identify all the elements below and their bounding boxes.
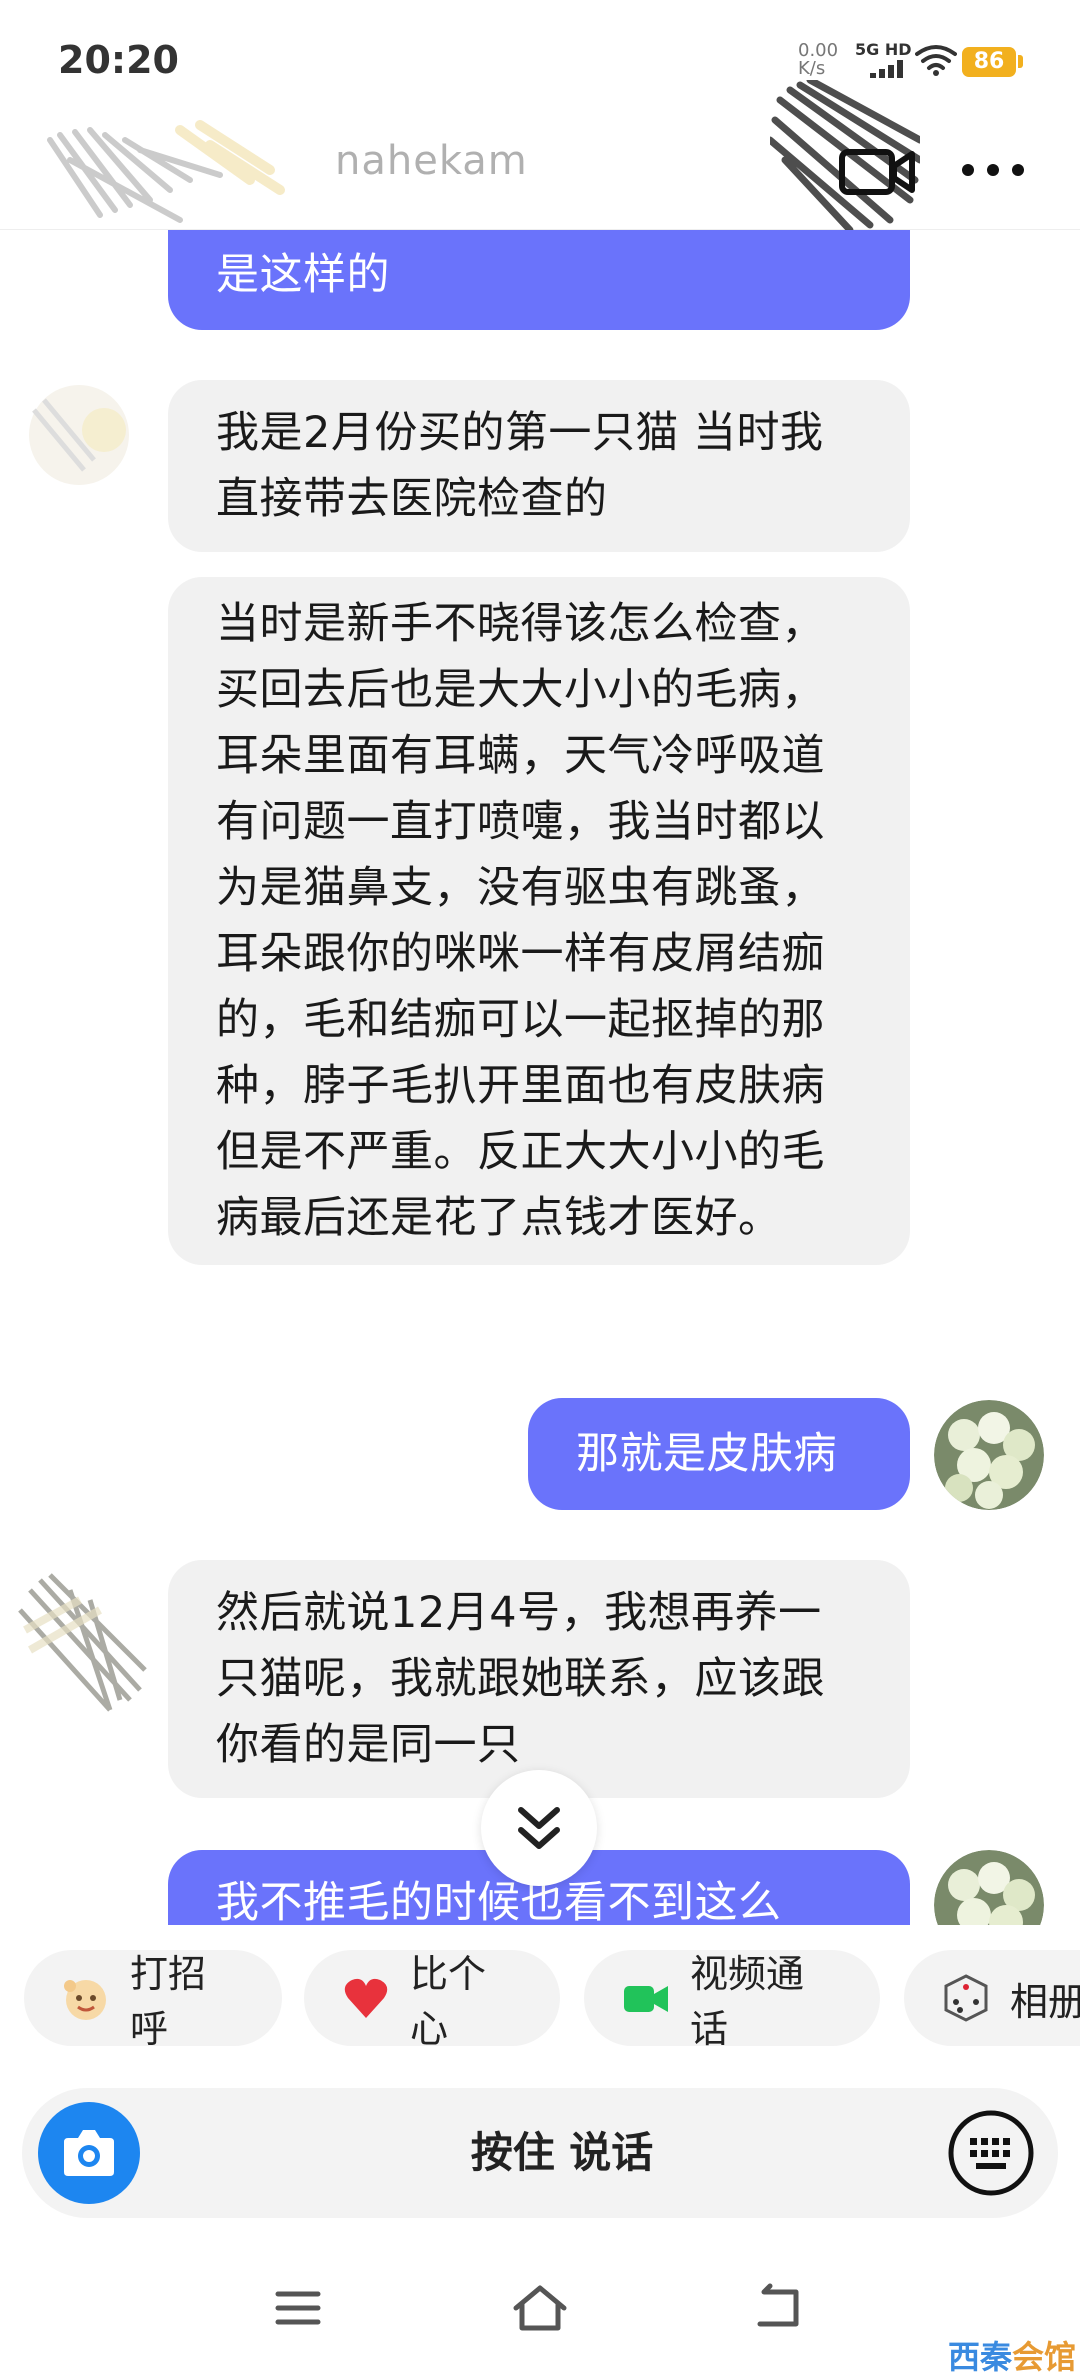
wifi-icon bbox=[915, 45, 957, 76]
watermark: 西秦会馆 bbox=[948, 2332, 1076, 2376]
network-speed: 0.00 K/s bbox=[798, 42, 838, 78]
more-options-icon[interactable] bbox=[958, 150, 1028, 190]
message-text: 然后就说12月4号，我想再养一只猫呢，我就跟她联系，应该跟你看的是同一只 bbox=[216, 1588, 825, 1770]
contact-avatar[interactable] bbox=[24, 380, 134, 490]
quick-actions-bar[interactable]: 打招呼 比个心 视频通话 相册 bbox=[0, 1950, 1080, 2060]
contact-avatar[interactable] bbox=[10, 1570, 150, 1720]
camera-icon bbox=[64, 2130, 114, 2176]
network-speed-unit: K/s bbox=[798, 58, 826, 79]
wave-emoji-icon bbox=[64, 1980, 106, 2020]
chat-message-list[interactable]: 是这样的 我是2月份买的第一只猫 当时我直接带去医院检查的 当时是新手不晓得该怎… bbox=[0, 230, 1080, 1925]
quick-action-label: 打招呼 bbox=[130, 1952, 207, 2051]
watermark-part2: 会馆 bbox=[1012, 2338, 1077, 2376]
back-icon[interactable] bbox=[750, 2278, 810, 2338]
battery-level: 86 bbox=[962, 47, 1016, 77]
menu-icon[interactable] bbox=[268, 2278, 328, 2338]
video-call-icon[interactable] bbox=[838, 138, 918, 202]
signal-icon bbox=[870, 60, 906, 78]
chat-header: nahekam bbox=[0, 80, 1080, 230]
quick-action-video-call[interactable]: 视频通话 bbox=[584, 1950, 880, 2051]
message-text: 当时是新手不晓得该怎么检查，买回去后也是大大小小的毛病，耳朵里面有耳螨，天气冷呼… bbox=[216, 599, 825, 1243]
camera-button[interactable] bbox=[38, 2102, 140, 2204]
home-icon[interactable] bbox=[510, 2278, 570, 2338]
message-bubble-incoming[interactable]: 我是2月份买的第一只猫 当时我直接带去医院检查的 bbox=[168, 380, 910, 552]
back-button[interactable] bbox=[30, 120, 290, 230]
quick-action-label: 比个心 bbox=[410, 1952, 487, 2051]
message-bubble-outgoing[interactable]: 那就是皮肤病 bbox=[528, 1398, 910, 1510]
quick-action-label: 相册 bbox=[1010, 1979, 1080, 2024]
user-avatar[interactable] bbox=[934, 1400, 1044, 1510]
hold-to-talk-button[interactable]: 按住 说话 bbox=[222, 2088, 902, 2218]
message-text: 那就是皮肤病 bbox=[576, 1429, 837, 1479]
network-type: 5G HD bbox=[855, 40, 912, 59]
scroll-to-bottom-button[interactable] bbox=[481, 1770, 597, 1886]
keyboard-icon[interactable] bbox=[946, 2108, 1036, 2198]
watermark-part1: 西秦 bbox=[948, 2338, 1013, 2376]
message-text: 是这样的 bbox=[216, 250, 390, 300]
message-bubble-incoming[interactable]: 然后就说12月4号，我想再养一只猫呢，我就跟她联系，应该跟你看的是同一只 bbox=[168, 1560, 910, 1798]
heart-icon bbox=[344, 1978, 388, 2018]
user-avatar[interactable] bbox=[934, 1850, 1044, 1925]
quick-action-greet[interactable]: 打招呼 bbox=[24, 1950, 282, 2051]
system-nav-bar bbox=[0, 2250, 1080, 2376]
contact-name[interactable]: nahekam bbox=[335, 138, 528, 184]
input-bar: 按住 说话 bbox=[22, 2088, 1058, 2218]
quick-action-label: 视频通话 bbox=[690, 1952, 805, 2051]
video-camera-icon bbox=[624, 1986, 668, 2012]
message-text: 我是2月份买的第一只猫 当时我直接带去医院检查的 bbox=[216, 408, 824, 524]
quick-action-heart[interactable]: 比个心 bbox=[304, 1950, 560, 2051]
dice-icon bbox=[944, 1974, 988, 2022]
message-bubble-outgoing[interactable]: 是这样的 bbox=[168, 230, 910, 330]
battery-tip bbox=[1018, 55, 1023, 68]
double-chevron-down-icon bbox=[518, 1807, 560, 1849]
status-time: 20:20 bbox=[58, 38, 179, 82]
message-bubble-incoming[interactable]: 当时是新手不晓得该怎么检查，买回去后也是大大小小的毛病，耳朵里面有耳螨，天气冷呼… bbox=[168, 577, 910, 1265]
quick-action-album[interactable]: 相册 bbox=[904, 1950, 1080, 2046]
